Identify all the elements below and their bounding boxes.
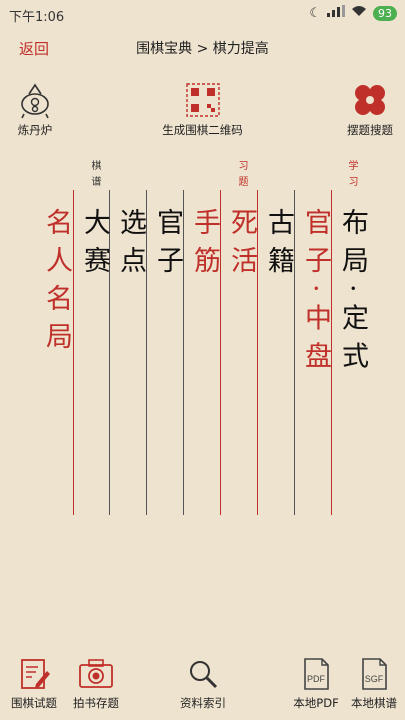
status-bar: 下午1:06 ☾ 93	[0, 0, 405, 28]
section-tag-game-records: 棋谱	[89, 160, 100, 192]
tab-label: 本地PDF	[293, 696, 339, 710]
column-opening-joseki[interactable]: 布局·定式	[334, 208, 370, 380]
tab-photo-save[interactable]: 拍书存题	[68, 656, 124, 711]
tab-go-exercises[interactable]: 围棋试题	[6, 656, 62, 711]
generate-qrcode-tool[interactable]: 生成围棋二维码	[150, 80, 255, 138]
tab-local-records[interactable]: SGF 本地棋谱	[345, 656, 403, 711]
search-icon	[173, 656, 233, 692]
page-title: 围棋宝典 > 棋力提高	[136, 41, 269, 57]
alchemy-furnace-tool[interactable]: 炼丹炉	[10, 80, 60, 138]
tab-local-pdf[interactable]: PDF 本地PDF	[287, 656, 345, 711]
column-endgame[interactable]: 官子	[149, 208, 185, 284]
tool-label: 生成围棋二维码	[162, 123, 243, 137]
wifi-icon	[351, 5, 367, 21]
battery-indicator: 93	[373, 5, 397, 21]
search-problem-tool[interactable]: 摆题搜题	[340, 80, 400, 138]
edit-paper-icon	[6, 656, 62, 692]
column-tesuji[interactable]: 手筋	[186, 208, 222, 284]
tab-label: 本地棋谱	[351, 696, 397, 710]
qrcode-icon	[150, 80, 255, 120]
column-famous-games[interactable]: 名人名局	[38, 208, 74, 360]
nav-bar: 返回 围棋宝典 > 棋力提高	[0, 30, 405, 66]
moon-icon: ☾	[309, 5, 321, 21]
pdf-file-icon: PDF	[287, 656, 345, 692]
tab-label: 围棋试题	[11, 696, 57, 710]
furnace-icon	[10, 80, 60, 120]
column-life-death[interactable]: 死活	[223, 208, 259, 284]
status-icons: ☾ 93	[309, 5, 397, 21]
category-shelf: 棋谱 习题 学习 名人名局 大赛 选点 官子 手筋 死活 古籍 官子·中盘 布局…	[0, 150, 405, 515]
pdf-file-icon-text: PDF	[307, 674, 326, 684]
stones-icon	[340, 80, 400, 120]
status-time: 下午1:06	[9, 10, 65, 25]
tab-label: 拍书存题	[73, 696, 119, 710]
tab-resource-index[interactable]: 资料索引	[173, 656, 233, 711]
column-classics[interactable]: 古籍	[260, 208, 296, 284]
section-tag-study: 学习	[346, 160, 357, 192]
tab-label: 资料索引	[180, 696, 226, 710]
column-tournaments[interactable]: 大赛	[76, 208, 112, 284]
sgf-file-icon-text: SGF	[365, 674, 384, 684]
signal-icon	[327, 5, 345, 21]
bottom-bar: 围棋试题 拍书存题 资料索引 PDF 本地PDF SGF 本地棋谱	[0, 650, 405, 720]
camera-icon	[68, 656, 124, 692]
tool-label: 炼丹炉	[17, 123, 53, 137]
sgf-file-icon: SGF	[345, 656, 403, 692]
column-point-selection[interactable]: 选点	[112, 208, 148, 284]
section-tag-exercises: 习题	[236, 160, 247, 192]
tool-label: 摆题搜题	[347, 123, 393, 137]
column-endgame-midgame[interactable]: 官子·中盘	[297, 208, 333, 380]
